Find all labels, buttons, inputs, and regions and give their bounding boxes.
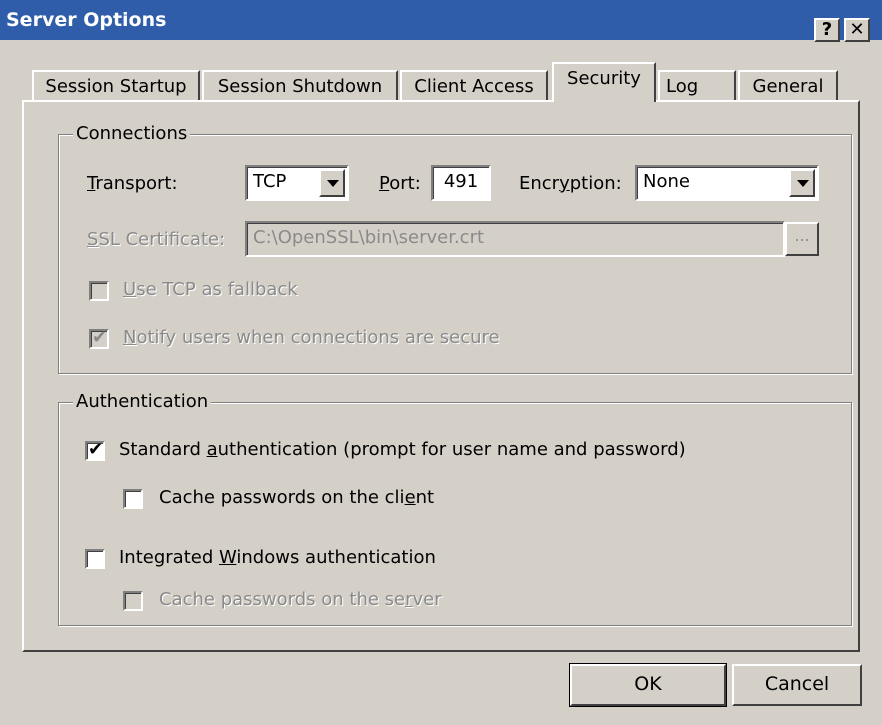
tab-session-startup[interactable]: Session Startup	[32, 70, 200, 102]
cache-client-label: Cache passwords on the client	[159, 487, 435, 508]
help-button[interactable]: ?	[814, 18, 840, 42]
tab-security[interactable]: Security	[552, 62, 656, 102]
cache-client-checkbox[interactable]	[123, 489, 143, 509]
standard-auth-checkbox[interactable]: ✔	[85, 439, 105, 461]
tab-client-access[interactable]: Client Access	[400, 70, 548, 102]
use-tcp-fallback-checkbox[interactable]	[89, 281, 109, 301]
encryption-select[interactable]: None	[635, 165, 819, 201]
check-icon: ✔	[92, 327, 108, 348]
close-button[interactable]: ✕	[844, 18, 870, 42]
ssl-certificate-input[interactable]: C:\OpenSSL\bin\server.crt	[245, 221, 785, 257]
port-value: 491	[443, 171, 479, 192]
tab-label: Client Access	[414, 76, 534, 97]
tab-general[interactable]: General	[738, 70, 838, 102]
integrated-windows-checkbox[interactable]	[85, 549, 105, 569]
encryption-value: None	[643, 171, 690, 192]
cache-server-label: Cache passwords on the server	[159, 589, 442, 610]
authentication-group: Authentication ✔ Standard authentication…	[58, 391, 852, 626]
transport-label: Transport:	[87, 173, 178, 194]
port-label: Port:	[379, 173, 421, 194]
encryption-label: Encryption:	[519, 173, 622, 194]
cancel-button[interactable]: Cancel	[732, 664, 862, 706]
ok-button[interactable]: OK	[569, 663, 727, 707]
use-tcp-fallback-label: Use TCP as fallback	[123, 279, 298, 300]
chevron-down-icon[interactable]	[789, 169, 815, 197]
ssl-certificate-label: SSL Certificate:	[87, 229, 226, 250]
notify-secure-label: Notify users when connections are secure	[123, 327, 500, 348]
transport-value: TCP	[253, 171, 287, 192]
tab-label: Log	[666, 76, 699, 97]
notify-secure-checkbox[interactable]: ✔	[89, 327, 109, 349]
authentication-group-label: Authentication	[73, 391, 212, 412]
cache-server-checkbox[interactable]	[123, 591, 143, 611]
check-icon: ✔	[88, 439, 104, 460]
tab-label: Security	[567, 68, 641, 89]
transport-select[interactable]: TCP	[245, 165, 349, 201]
browse-button[interactable]: ...	[785, 222, 819, 256]
tab-session-shutdown[interactable]: Session Shutdown	[202, 70, 398, 102]
server-options-dialog: Server Options ? ✕ Session Startup Sessi…	[0, 0, 882, 725]
ssl-certificate-value: C:\OpenSSL\bin\server.crt	[253, 227, 485, 248]
port-input[interactable]: 491	[431, 165, 491, 201]
tab-label: General	[752, 76, 824, 97]
chevron-down-icon[interactable]	[319, 169, 345, 197]
standard-auth-label: Standard authentication (prompt for user…	[119, 439, 686, 460]
connections-group-label: Connections	[73, 123, 191, 144]
connections-group: Connections Transport: TCP Port: 491 Enc…	[58, 123, 852, 374]
security-tab-panel: Connections Transport: TCP Port: 491 Enc…	[22, 100, 860, 652]
title-bar: Server Options ? ✕	[0, 0, 882, 42]
integrated-windows-label: Integrated Windows authentication	[119, 547, 436, 568]
tab-label: Session Startup	[45, 76, 187, 97]
window-title: Server Options	[6, 9, 167, 31]
tab-log[interactable]: Log	[658, 70, 736, 102]
tab-label: Session Shutdown	[217, 76, 383, 97]
